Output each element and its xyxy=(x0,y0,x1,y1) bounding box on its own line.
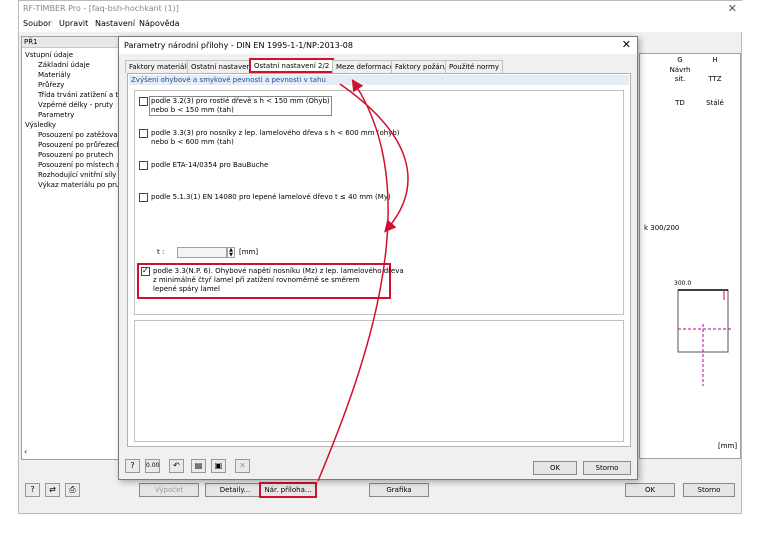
group-header: Zvýšení ohybové a smykové pevnosti a pev… xyxy=(129,75,629,85)
print-icon[interactable]: ⎙ xyxy=(65,483,80,497)
details-button[interactable]: Detaily... xyxy=(205,483,265,497)
option-4-checkbox[interactable] xyxy=(139,193,148,202)
tree-item-vzperne[interactable]: Vzpěrné délky - pruty xyxy=(38,101,113,109)
app-title: RF-TIMBER Pro - [faq-bsh-hochkant (1)] xyxy=(23,4,179,13)
column-h-sub: TTZ xyxy=(708,75,722,83)
dialog-help-icon[interactable]: ? xyxy=(125,459,140,473)
t-spin-icon[interactable]: ▲ ▼ xyxy=(227,247,235,258)
tree-item-materialy[interactable]: Materiály xyxy=(38,71,71,79)
info-panel xyxy=(134,320,624,442)
options-panel: podle 3.2(3) pro rostlé dřevě s h < 150 … xyxy=(134,90,624,315)
option-5-line3: lepené spáry lamel xyxy=(153,285,220,293)
tab-ostatni-nastaveni-2[interactable]: Ostatní nastavení 2/2 xyxy=(249,58,335,73)
export-icon[interactable]: ⇄ xyxy=(45,483,60,497)
column-g-header: G xyxy=(677,56,683,64)
option-1-line1: podle 3.2(3) pro rostlé dřevě s h < 150 … xyxy=(151,97,330,105)
cross-section-graphic xyxy=(677,289,732,386)
help-icon[interactable]: ? xyxy=(25,483,40,497)
tab-meze-deformace[interactable]: Meze deformace xyxy=(332,60,399,73)
dialog-save-icon[interactable]: ▣ xyxy=(211,459,226,473)
national-annex-button[interactable]: Nár. příloha... xyxy=(259,482,317,498)
menu-nastaveni[interactable]: Nastavení xyxy=(95,19,135,28)
unit-label: [mm] xyxy=(718,442,738,450)
option-5-line1: podle 3.3(N.P. 6). Ohybové napětí nosník… xyxy=(153,267,404,275)
t-input[interactable] xyxy=(177,247,227,258)
option-1-line2: nebo b < 150 mm (tah) xyxy=(151,106,234,114)
cell-h-value: Stálé xyxy=(706,99,724,107)
tab-content: Zvýšení ohybové a smykové pevnosti a pev… xyxy=(127,73,631,447)
option-4-label: podle 5.1.3(1) EN 14080 pro lepené lamel… xyxy=(151,193,391,201)
dialog-cancel-button[interactable]: Storno xyxy=(583,461,631,475)
tab-faktory-pozaru[interactable]: Faktory požáru xyxy=(391,60,452,73)
option-5-checkbox[interactable] xyxy=(141,266,150,276)
option-3-checkbox[interactable] xyxy=(139,161,148,170)
dialog-close-icon[interactable]: ✕ xyxy=(622,38,631,51)
dialog-title: Parametry národní přílohy - DIN EN 1995-… xyxy=(119,37,637,54)
option-2-line2: nebo b < 600 mm (tah) xyxy=(151,138,234,146)
tab-pouzite-normy[interactable]: Použité normy xyxy=(445,60,504,73)
column-g-sub1: Návrh xyxy=(669,66,691,74)
national-annex-dialog: Parametry národní přílohy - DIN EN 1995-… xyxy=(118,36,638,480)
graphics-button[interactable]: Grafika xyxy=(369,483,429,497)
option-2-line1: podle 3.3(3) pro nosníky z lep. lamelové… xyxy=(151,129,400,137)
tree-item-prurezech[interactable]: Posouzení po průřezech xyxy=(38,141,121,149)
option-3-label: podle ETA-14/0354 pro BauBuche xyxy=(151,161,269,169)
menu-upravit[interactable]: Upravit xyxy=(59,19,88,28)
tree-item-mistech[interactable]: Posouzení po místech x xyxy=(38,161,120,169)
option-5-label: podle 3.3(N.P. 6). Ohybové napětí nosník… xyxy=(153,267,404,294)
app-close-icon[interactable]: ✕ xyxy=(728,2,737,15)
tree-item-parametry[interactable]: Parametry xyxy=(38,111,74,119)
column-g-sub2: sit. xyxy=(674,75,686,83)
dialog-delete-icon[interactable]: ✕ xyxy=(235,459,250,473)
dialog-reset-icon[interactable]: ↶ xyxy=(169,459,184,473)
column-h-header: H xyxy=(712,56,718,64)
dialog-values-icon[interactable]: 0.00 xyxy=(145,459,160,473)
option-1-label: podle 3.2(3) pro rostlé dřevě s h < 150 … xyxy=(149,96,332,116)
tab-ostatni-nastaveni[interactable]: Ostatní nastavení xyxy=(187,60,257,73)
section-label: k 300/200 xyxy=(644,224,680,232)
results-panel: G H Návrh sit. TTZ TD Stálé k 300/200 30… xyxy=(639,53,741,459)
calculate-button[interactable]: Výpočet xyxy=(139,483,199,497)
app-cancel-button[interactable]: Storno xyxy=(683,483,735,497)
option-1-checkbox[interactable] xyxy=(139,97,148,106)
option-2-checkbox[interactable] xyxy=(139,129,148,138)
dialog-load-icon[interactable]: ▤ xyxy=(191,459,206,473)
menu-bar: Soubor Upravit Nastavení Nápověda xyxy=(19,17,743,32)
option-5-line2: z minimálně čtyř lamel při zatížení rovn… xyxy=(153,276,360,284)
tree-item-prutech[interactable]: Posouzení po prutech xyxy=(38,151,113,159)
menu-napoveda[interactable]: Nápověda xyxy=(139,19,180,28)
tree-item-zakladni[interactable]: Základní údaje xyxy=(38,61,90,69)
menu-soubor[interactable]: Soubor xyxy=(23,19,51,28)
app-titlebar: RF-TIMBER Pro - [faq-bsh-hochkant (1)] ✕ xyxy=(19,1,743,17)
t-label: t : xyxy=(157,248,165,256)
scroll-left-icon[interactable]: ‹ xyxy=(24,447,27,456)
app-ok-button[interactable]: OK xyxy=(625,483,675,497)
tree-item-prurezy[interactable]: Průřezy xyxy=(38,81,64,89)
tab-faktory-materialu[interactable]: Faktory materiálu xyxy=(125,60,195,73)
tree-item-vysledky[interactable]: Výsledky xyxy=(25,121,56,129)
tree-item-vstupni[interactable]: Vstupní údaje xyxy=(25,51,73,59)
option-2-label: podle 3.3(3) pro nosníky z lep. lamelové… xyxy=(151,129,400,147)
t-unit: [mm] xyxy=(239,248,259,256)
cell-g-value: TD xyxy=(675,99,685,107)
dialog-ok-button[interactable]: OK xyxy=(533,461,577,475)
